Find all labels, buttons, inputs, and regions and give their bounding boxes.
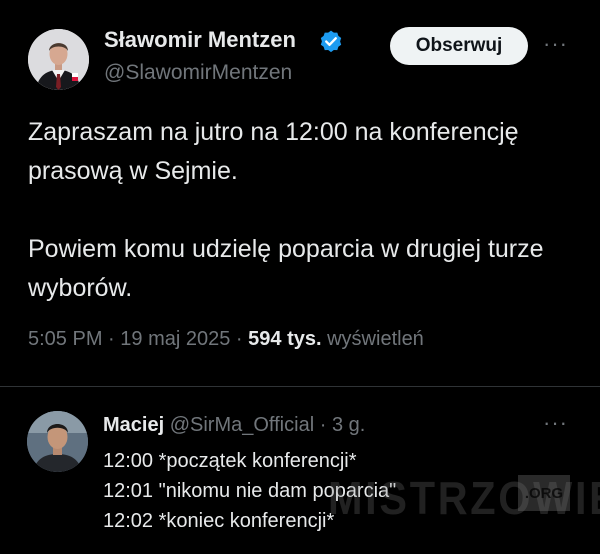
reply-line: 12:00 *początek konferencji* (103, 450, 357, 472)
tweet-date[interactable]: 19 maj 2025 (120, 328, 230, 350)
reply-avatar[interactable] (27, 411, 88, 472)
more-options-icon[interactable]: ··· (543, 33, 573, 55)
reply-header: Maciej @SirMa_Official · 3 g. (103, 414, 365, 437)
reply-handle[interactable]: @SirMa_Official (170, 414, 314, 436)
verified-badge-icon (320, 30, 342, 53)
reply-more-options-icon[interactable]: ··· (543, 412, 573, 434)
tweet-text: Zapraszam na jutro na 12:00 na konferenc… (28, 113, 573, 308)
tweet-paragraph: Powiem komu udzielę poparcia w drugiej t… (28, 235, 544, 302)
reply-text: 12:00 *początek konferencji* 12:01 "niko… (103, 446, 396, 536)
tweet-time[interactable]: 5:05 PM (28, 328, 102, 350)
author-avatar[interactable] (28, 29, 89, 90)
avatar-portrait-icon (28, 29, 89, 90)
reply-author-name[interactable]: Maciej (103, 414, 164, 436)
views-label: wyświetleń (327, 328, 424, 350)
views-count: 594 tys. (248, 328, 322, 350)
watermark-suffix: .ORG (518, 475, 570, 511)
meta-separator: · (108, 328, 115, 350)
reply-line: 12:02 *koniec konferencji* (103, 510, 335, 532)
reply-separator: · (319, 414, 327, 436)
tweet-paragraph: Zapraszam na jutro na 12:00 na konferenc… (28, 118, 519, 185)
tweet: Sławomir Mentzen @SlawomirMentzen Obserw… (0, 0, 600, 385)
reply-age[interactable]: 3 g. (332, 414, 365, 436)
author-handle[interactable]: @SlawomirMentzen (104, 61, 292, 85)
reply-line: 12:01 "nikomu nie dam poparcia" (103, 480, 397, 502)
meta-separator: · (235, 328, 243, 350)
author-name[interactable]: Sławomir Mentzen (104, 27, 296, 53)
reply-avatar-portrait-icon (27, 411, 88, 472)
reply: Maciej @SirMa_Official · 3 g. ··· 12:00 … (0, 387, 600, 554)
tweet-meta: 5:05 PM · 19 maj 2025 · 594 tys. wyświet… (28, 328, 424, 351)
follow-button[interactable]: Obserwuj (390, 27, 528, 65)
